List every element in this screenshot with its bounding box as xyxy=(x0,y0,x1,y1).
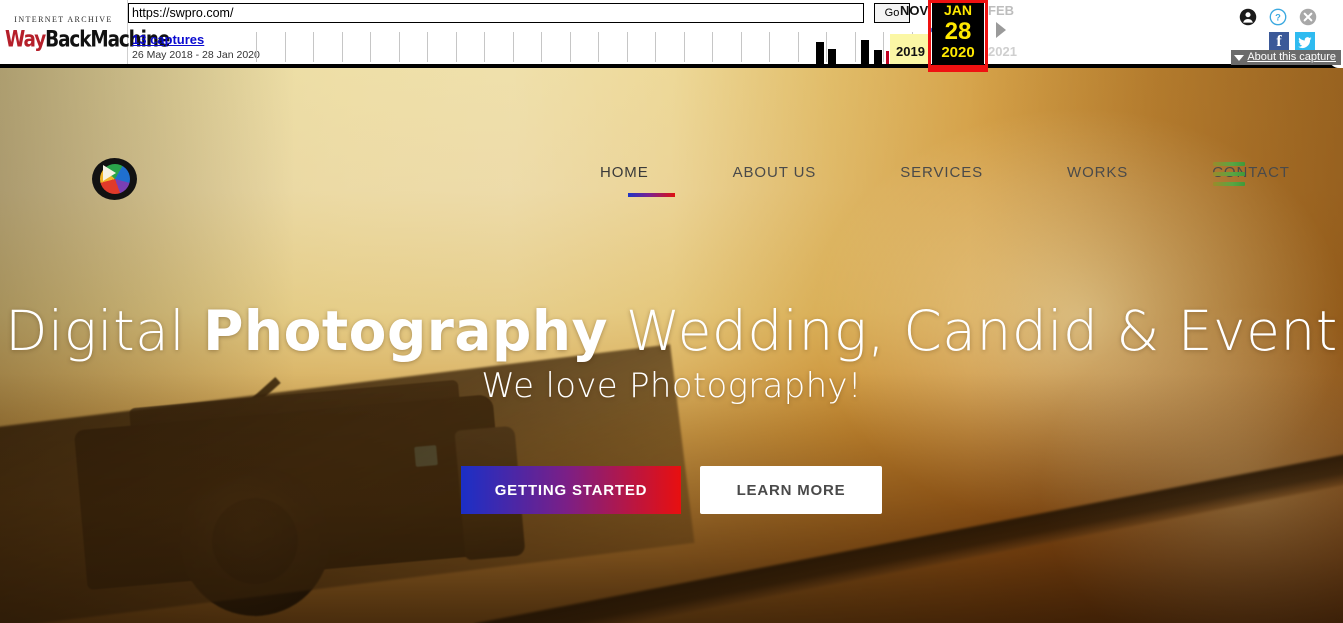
timeline-tick xyxy=(854,32,856,62)
timeline-tick xyxy=(455,32,457,62)
next-year-label: 2021 xyxy=(988,44,1017,59)
close-icon[interactable] xyxy=(1299,8,1317,31)
timeline-tick xyxy=(398,32,400,62)
capture-bar[interactable] xyxy=(828,49,836,64)
timeline-tick xyxy=(740,32,742,62)
captures-summary: 13 captures 26 May 2018 - 28 Jan 2020 xyxy=(132,32,260,61)
timeline-tick xyxy=(313,32,314,62)
hero-section: Digital Photography Wedding, Candid & Ev… xyxy=(0,68,1343,623)
about-this-capture-button[interactable]: About this capture xyxy=(1231,50,1341,65)
timeline-tick xyxy=(769,32,770,62)
timeline-tick xyxy=(484,32,485,62)
timeline-tick xyxy=(569,32,571,62)
nav-top-red-marker xyxy=(928,68,988,72)
url-bar-row: Go xyxy=(128,3,910,25)
facebook-icon[interactable]: f xyxy=(1269,32,1289,52)
hero-title-part1: Digital xyxy=(5,299,204,363)
prev-month-label[interactable]: NOV xyxy=(900,3,928,18)
wordmark-way: Way xyxy=(4,25,46,52)
about-this-capture-label: About this capture xyxy=(1247,51,1336,63)
capture-bar[interactable] xyxy=(816,42,824,64)
hero-cta-group: GETTING STARTED LEARN MORE xyxy=(0,466,1343,514)
timeline-tick xyxy=(541,32,542,62)
timeline-tick xyxy=(341,32,343,62)
timeline-tick xyxy=(256,32,257,62)
archived-page: HOME ABOUT US SERVICES WORKS CONTACT Dig… xyxy=(0,68,1343,623)
user-icon[interactable] xyxy=(1239,8,1257,31)
wordmark-back: Back xyxy=(44,25,91,52)
current-day: 28 xyxy=(944,18,972,45)
hero-title: Digital Photography Wedding, Candid & Ev… xyxy=(0,300,1343,362)
site-header xyxy=(0,68,1343,140)
prev-year-label: 2019 xyxy=(896,44,925,59)
hero-title-part3: Wedding, Candid & Event xyxy=(607,299,1338,363)
captures-date-range: 26 May 2018 - 28 Jan 2020 xyxy=(132,49,260,61)
hero-subtitle: We love Photography! xyxy=(481,366,862,406)
capture-timeline[interactable] xyxy=(256,30,930,64)
capture-bar[interactable] xyxy=(861,40,869,64)
current-capture-marker[interactable] xyxy=(886,51,889,64)
captures-count-link[interactable]: 13 captures xyxy=(132,32,252,47)
learn-more-button[interactable]: LEARN MORE xyxy=(700,466,882,514)
timeline-tick xyxy=(370,32,371,62)
wayback-logo[interactable]: INTERNET ARCHIVE WayBackMachine xyxy=(0,0,170,64)
getting-started-button[interactable]: GETTING STARTED xyxy=(461,466,681,514)
timeline-tick xyxy=(797,32,799,62)
timeline-tick xyxy=(512,32,514,62)
timeline-tick xyxy=(826,32,827,62)
current-month: JAN xyxy=(943,2,972,18)
current-capture-date[interactable]: JAN 28 2020 xyxy=(932,0,984,64)
internet-archive-label: INTERNET ARCHIVE xyxy=(14,15,113,24)
timeline-tick xyxy=(626,32,628,62)
month-navigation: NOV 2019 JAN 28 2020 FEB 2021 xyxy=(896,0,1096,64)
capture-bar[interactable] xyxy=(874,50,882,64)
wayback-machine-toolbar: INTERNET ARCHIVE WayBackMachine Go 13 ca… xyxy=(0,0,1343,68)
timeline-tick xyxy=(655,32,656,62)
current-year: 2020 xyxy=(941,44,975,61)
next-month-label[interactable]: FEB xyxy=(988,3,1014,18)
twitter-icon[interactable] xyxy=(1295,32,1315,52)
help-icon[interactable]: ? xyxy=(1269,8,1287,31)
next-capture-arrow-icon[interactable] xyxy=(996,22,1006,38)
timeline-tick xyxy=(883,32,884,62)
url-input[interactable] xyxy=(128,3,864,23)
timeline-tick xyxy=(712,32,713,62)
hero-title-part2: Photography xyxy=(203,299,608,363)
timeline-tick xyxy=(284,32,286,62)
svg-text:?: ? xyxy=(1275,12,1281,22)
timeline-tick xyxy=(427,32,428,62)
wayback-machine-wordmark: WayBackMachine xyxy=(4,25,170,52)
chevron-down-icon xyxy=(1234,54,1245,61)
timeline-tick xyxy=(683,32,685,62)
timeline-tick xyxy=(598,32,599,62)
